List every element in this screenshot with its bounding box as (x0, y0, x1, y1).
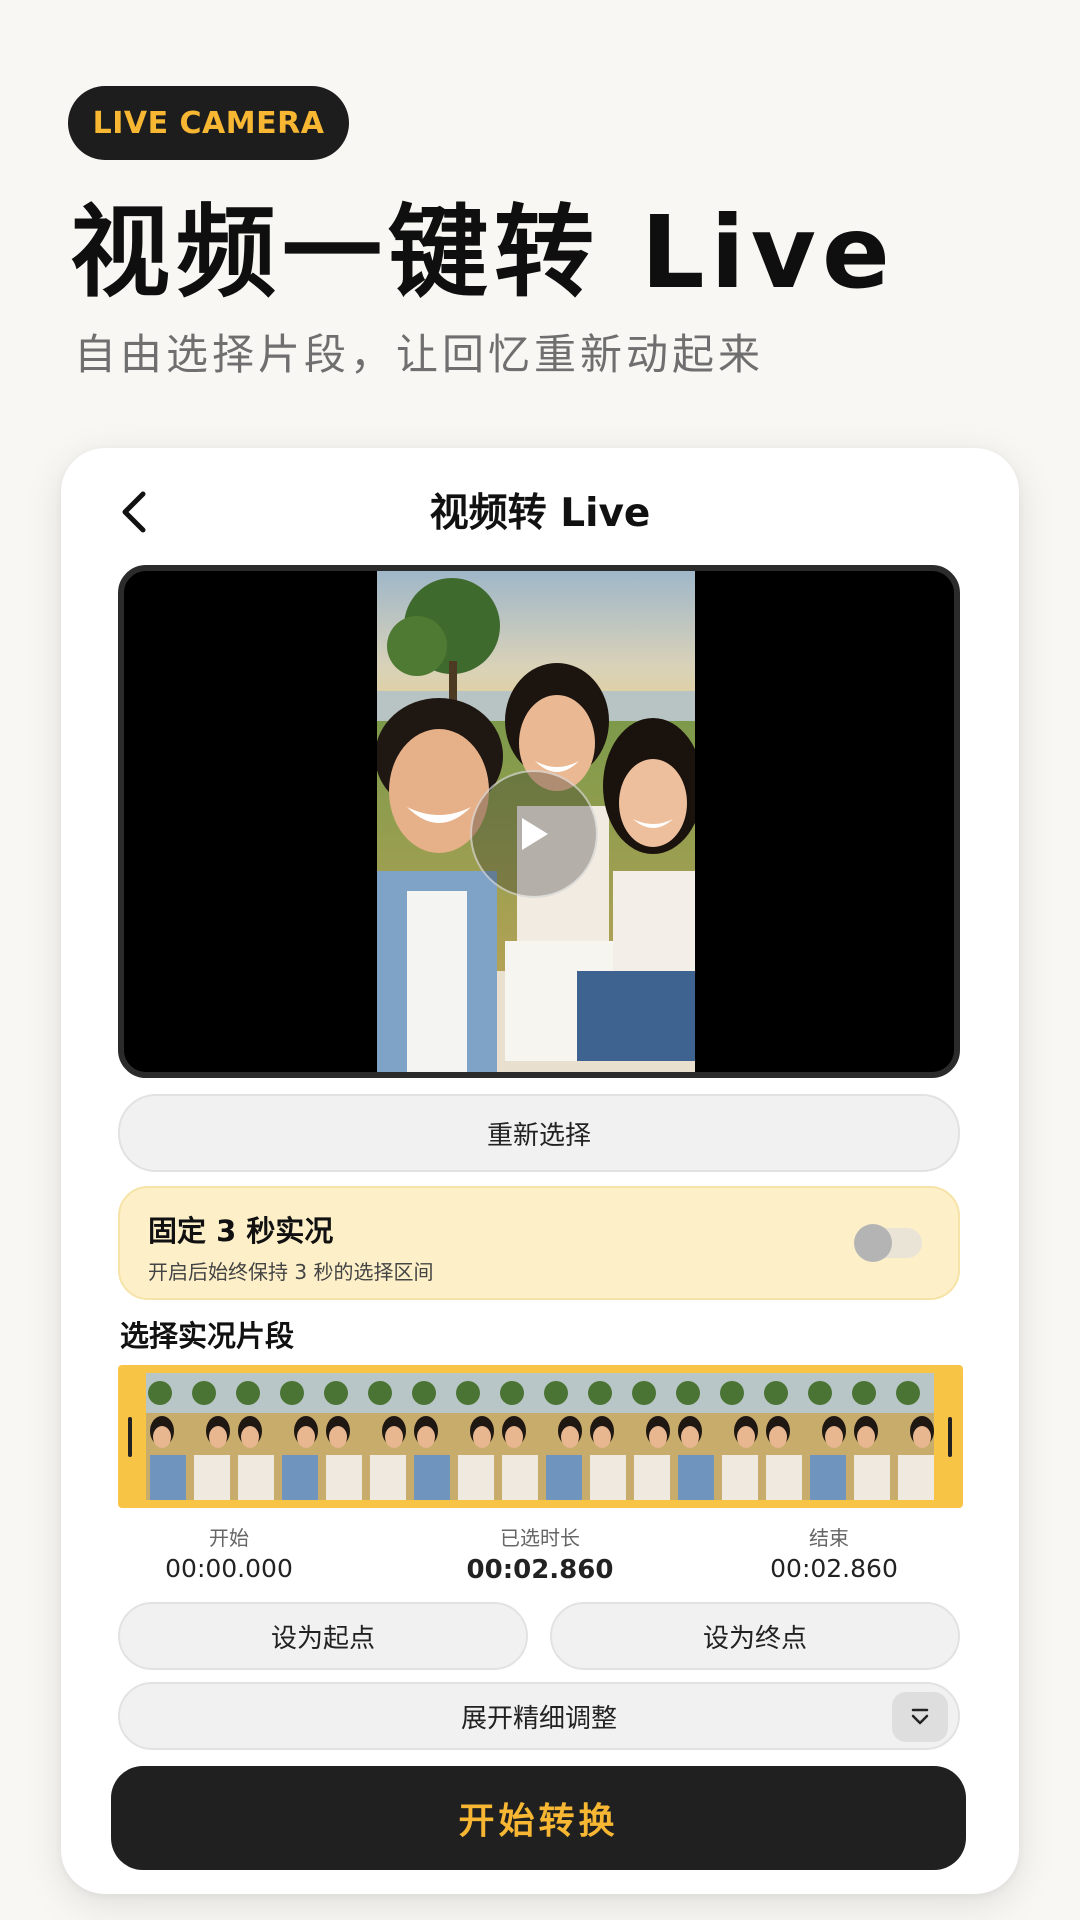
end-handle[interactable] (948, 1417, 952, 1457)
reselect-button[interactable]: 重新选择 (118, 1094, 960, 1172)
filmstrip-frame (674, 1373, 718, 1500)
filmstrip-frame (322, 1373, 366, 1500)
filmstrip-frame (806, 1373, 850, 1500)
start-conversion-button[interactable]: 开始转换 (111, 1766, 966, 1870)
page-title: 视频转 Live (429, 491, 651, 536)
filmstrip-frame (366, 1373, 410, 1500)
play-icon (522, 818, 548, 850)
filmstrip-frame (498, 1373, 542, 1500)
filmstrip-frame (234, 1373, 278, 1500)
filmstrip-frame (718, 1373, 762, 1500)
filmstrip-frame (850, 1373, 894, 1500)
end-time: 00:02.860 (770, 1554, 898, 1583)
filmstrip-frame (146, 1373, 190, 1500)
filmstrip-frame (586, 1373, 630, 1500)
fixed-3s-toggle[interactable] (854, 1224, 922, 1262)
filmstrip-frame (454, 1373, 498, 1500)
filmstrip-frame (630, 1373, 674, 1500)
segment-section-title: 选择实况片段 (120, 1319, 295, 1353)
hero-subtitle: 自由选择片段，让回忆重新动起来 (74, 330, 765, 379)
toggle-knob (854, 1224, 892, 1262)
filmstrip-frame (410, 1373, 454, 1500)
start-label: 开始 (209, 1526, 249, 1550)
set-start-button[interactable]: 设为起点 (118, 1602, 528, 1670)
filmstrip-frame (762, 1373, 806, 1500)
segment-timeline[interactable] (118, 1365, 963, 1508)
expand-fine-tune-button[interactable]: 展开精细调整 (118, 1682, 960, 1750)
end-label: 结束 (809, 1526, 849, 1550)
play-button[interactable] (470, 770, 598, 898)
fixed-3s-title: 固定 3 秒实况 (148, 1214, 334, 1248)
duration-time: 00:02.860 (466, 1555, 614, 1585)
start-time: 00:00.000 (165, 1554, 293, 1583)
filmstrip-frame (894, 1373, 934, 1500)
filmstrip-frame (278, 1373, 322, 1500)
start-handle[interactable] (128, 1417, 132, 1457)
chevron-down-icon[interactable] (892, 1692, 948, 1742)
expand-label: 展开精细调整 (460, 1703, 617, 1734)
filmstrip-frame (190, 1373, 234, 1500)
filmstrip (146, 1373, 934, 1500)
set-end-button[interactable]: 设为终点 (550, 1602, 960, 1670)
live-camera-badge: LIVE CAMERA (68, 86, 349, 160)
fixed-3s-description: 开启后始终保持 3 秒的选择区间 (148, 1260, 434, 1284)
fixed-3s-option: 固定 3 秒实况 开启后始终保持 3 秒的选择区间 (118, 1186, 960, 1300)
hero-title: 视频一键转 Live (70, 194, 896, 311)
duration-label: 已选时长 (500, 1526, 580, 1550)
filmstrip-frame (542, 1373, 586, 1500)
